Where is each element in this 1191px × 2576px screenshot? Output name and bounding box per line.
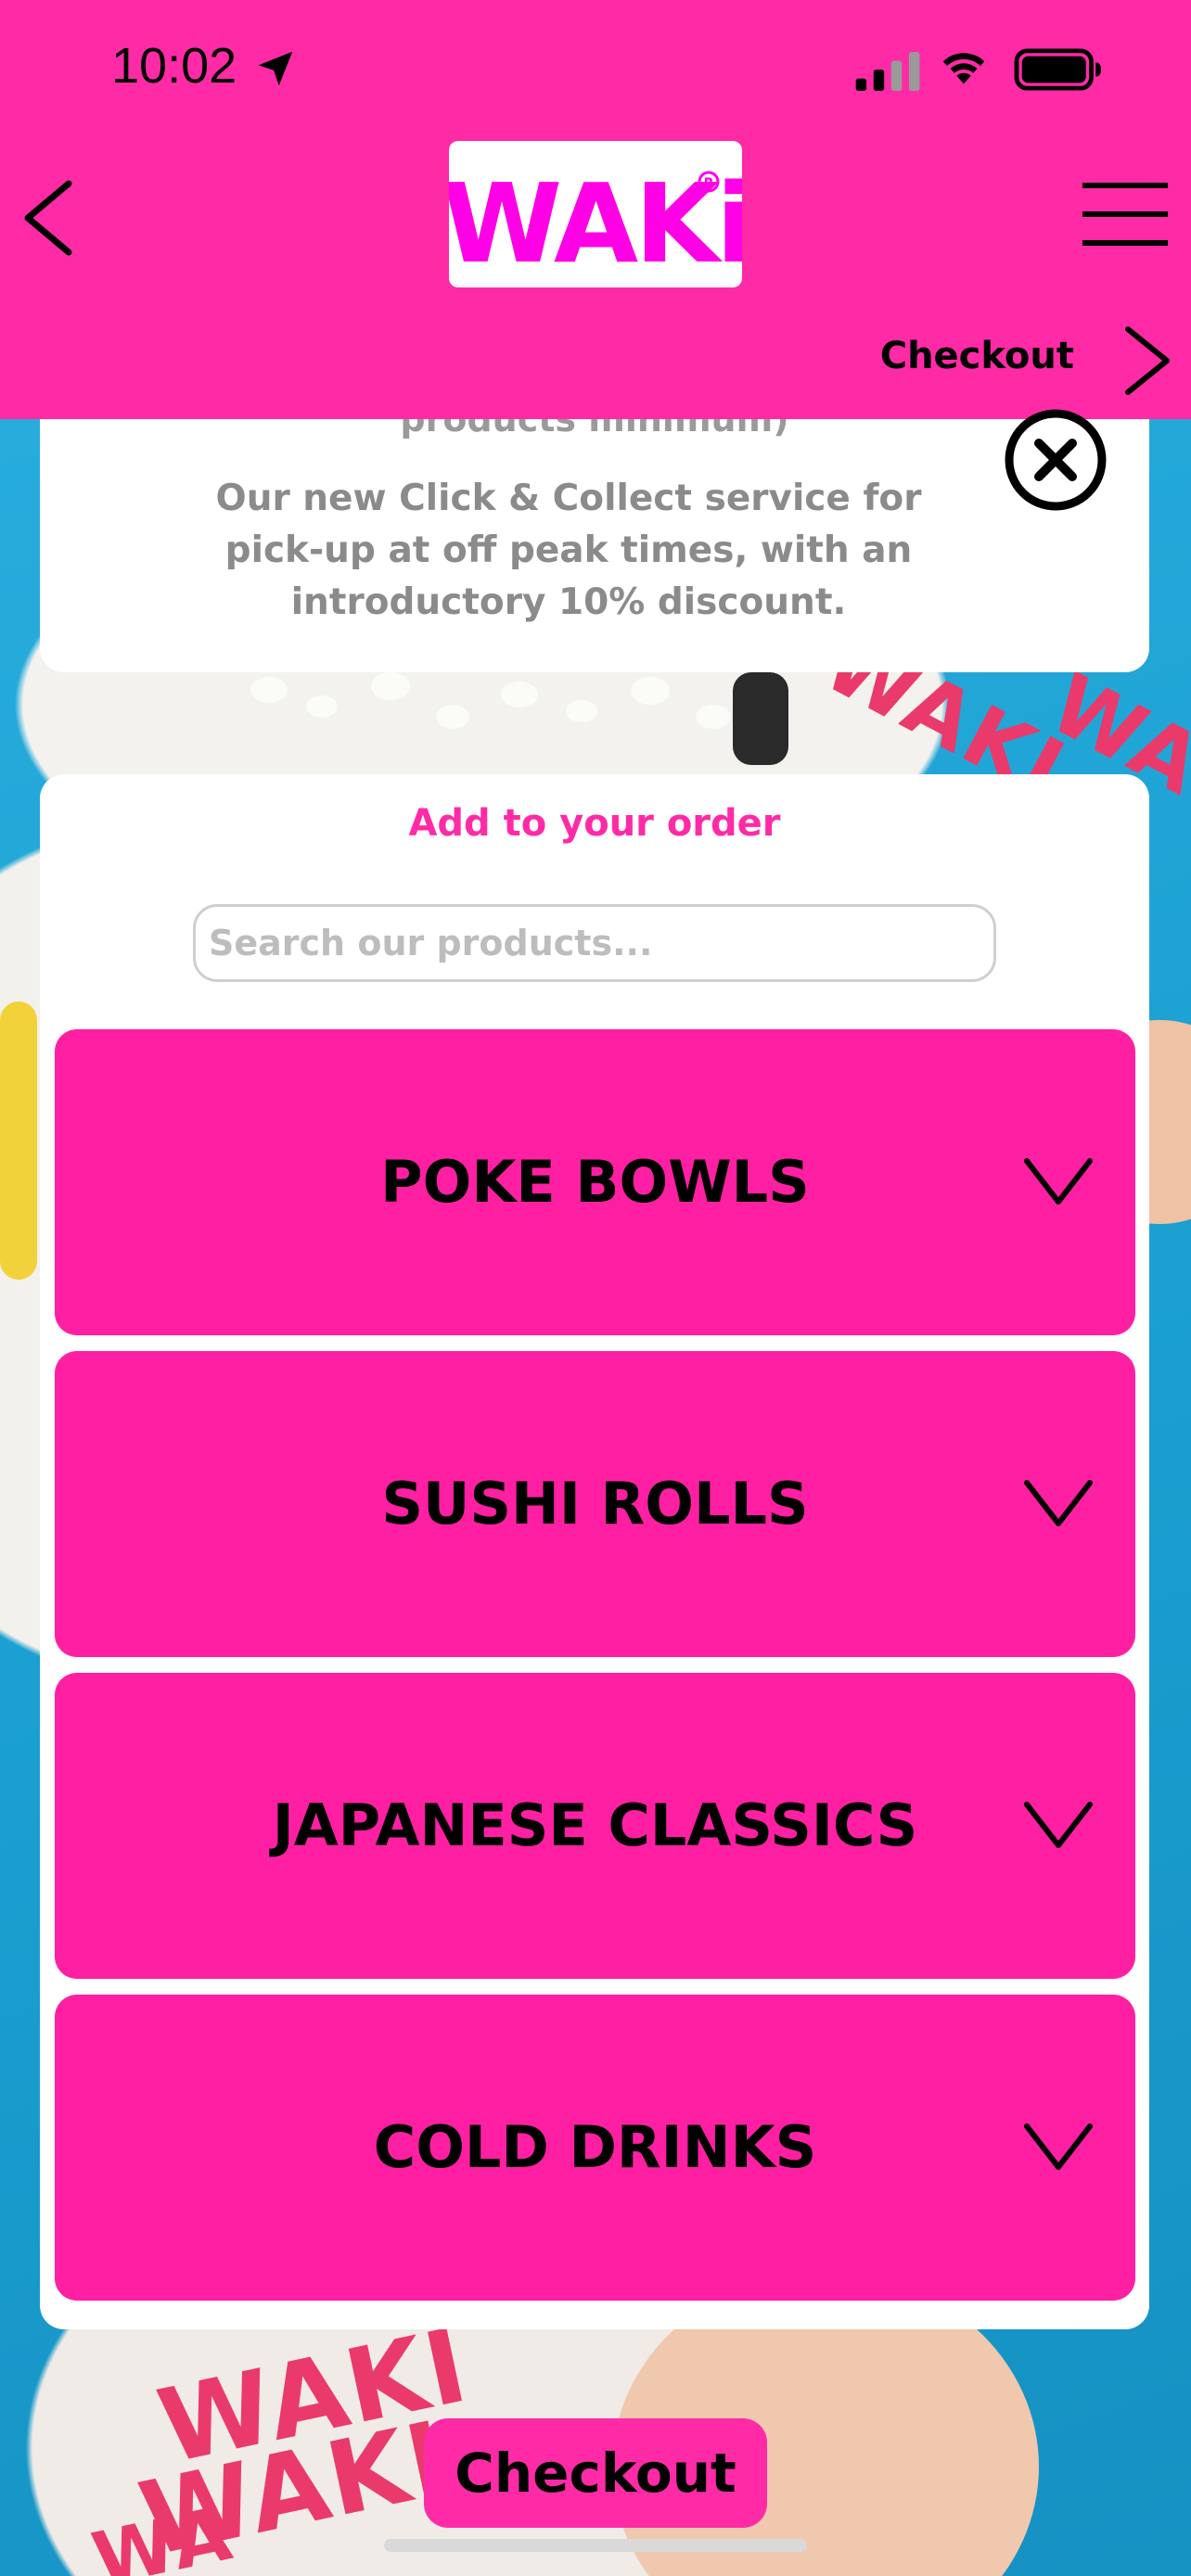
category-label: SUSHI ROLLS — [381, 1470, 809, 1537]
chevron-left-icon[interactable] — [15, 176, 80, 260]
chevron-down-icon — [1024, 1158, 1093, 1205]
checkout-link[interactable]: Checkout — [880, 335, 1074, 377]
category-label: JAPANESE CLASSICS — [272, 1792, 918, 1859]
info-description: Our new Click & Collect service for pick… — [215, 478, 922, 623]
chevron-right-icon[interactable] — [1121, 322, 1176, 400]
location-arrow-icon — [258, 51, 293, 86]
checkout-button[interactable]: Checkout — [424, 2418, 767, 2528]
chevron-down-icon — [1024, 2123, 1093, 2170]
status-time: 10:02 — [111, 38, 237, 94]
chevron-down-icon — [1024, 1480, 1093, 1526]
category-cold-drinks[interactable]: COLD DRINKS — [55, 1995, 1135, 2301]
order-title: Add to your order — [408, 802, 781, 845]
wifi-icon — [942, 53, 985, 84]
info-cutoff-text: products minimum) — [400, 419, 789, 440]
hamburger-menu-icon[interactable] — [1081, 180, 1170, 249]
status-bar: 10:02 — [0, 0, 1191, 139]
search-input[interactable] — [193, 904, 996, 982]
home-indicator[interactable] — [384, 2539, 807, 2552]
close-circle-icon[interactable] — [1002, 406, 1109, 514]
app-header: WAKi R — [0, 139, 1191, 301]
svg-text:R: R — [704, 176, 714, 191]
category-sushi-rolls[interactable]: SUSHI ROLLS — [55, 1351, 1135, 1657]
logo-text: WAKi — [449, 159, 742, 287]
cellular-signal-icon — [855, 52, 920, 91]
category-japanese-classics[interactable]: JAPANESE CLASSICS — [55, 1673, 1135, 1979]
category-label: POKE BOWLS — [380, 1148, 810, 1216]
waki-logo[interactable]: WAKi R — [449, 141, 742, 287]
checkout-bar: Checkout — [0, 301, 1191, 419]
logo-mark: WAKi R — [449, 159, 742, 287]
info-banner: products minimum) Our new Click & Collec… — [40, 419, 1149, 672]
category-label: COLD DRINKS — [373, 2113, 817, 2181]
category-poke-bowls[interactable]: POKE BOWLS — [55, 1029, 1135, 1335]
chevron-down-icon — [1024, 1802, 1093, 1848]
battery-icon — [1014, 48, 1101, 91]
order-panel: Add to your order POKE BOWLS SUSHI ROLLS… — [40, 774, 1149, 2329]
